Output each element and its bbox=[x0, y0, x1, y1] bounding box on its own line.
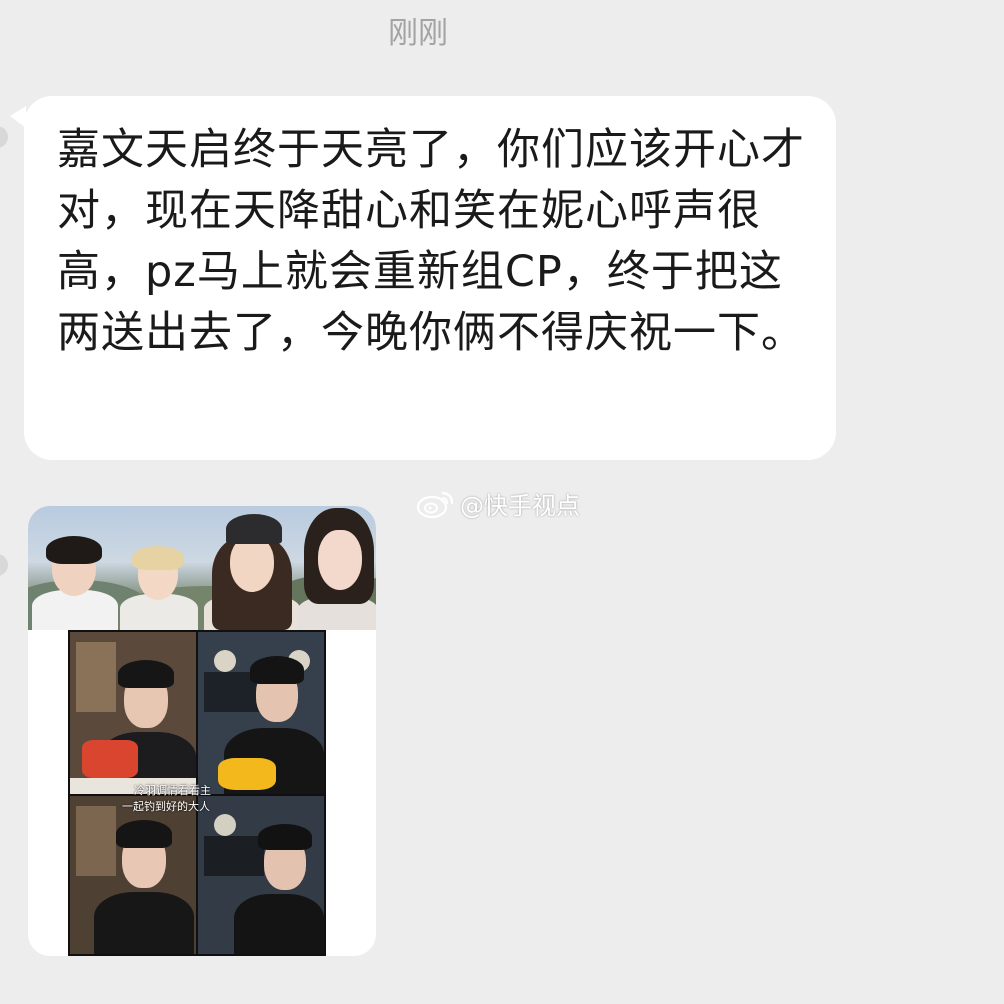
watermark-text: @快手视点 bbox=[460, 492, 580, 520]
message-text: 嘉文天启终于天亮了，你们应该开心才对，现在天降甜心和笑在妮心呼声很高，pz马上就… bbox=[57, 125, 805, 358]
livestream-collage: 冷羽调情看看主 一起钓到好的大人 bbox=[68, 630, 326, 956]
message-bubble[interactable]: 嘉文天启终于天亮了，你们应该开心才对，现在天降甜心和笑在妮心呼声很高，pz马上就… bbox=[24, 96, 836, 460]
chat-screen: 刚刚 嘉文天启终于天亮了，你们应该开心才对，现在天降甜心和笑在妮心呼声很高，pz… bbox=[0, 0, 1004, 1004]
watermark: @快手视点 bbox=[416, 486, 580, 521]
message-timestamp: 刚刚 bbox=[388, 16, 448, 51]
group-photo bbox=[28, 506, 376, 630]
image-message[interactable]: 冷羽调情看看主 一起钓到好的大人 bbox=[28, 506, 376, 956]
sender-avatar-2[interactable] bbox=[0, 554, 8, 576]
collage-caption-2: 一起钓到好的大人 bbox=[122, 800, 210, 813]
weibo-icon bbox=[416, 491, 454, 518]
sender-avatar[interactable] bbox=[0, 126, 8, 148]
collage-caption-1: 冷羽调情看看主 bbox=[134, 784, 211, 797]
